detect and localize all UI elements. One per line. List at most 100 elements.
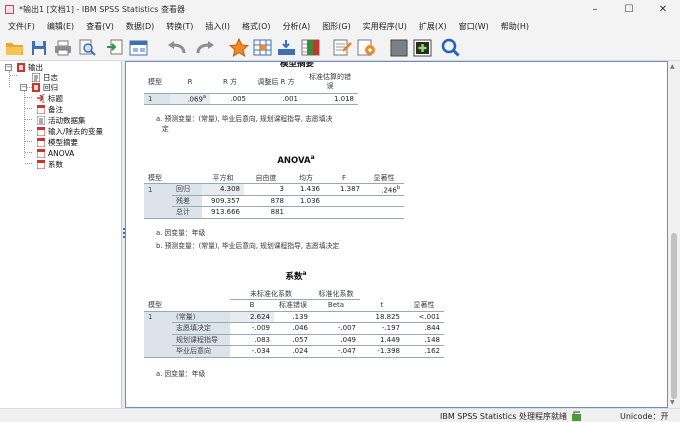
- menu-help[interactable]: 帮助(H): [495, 21, 535, 32]
- table-row: 志愿填决定 -.009 .046 -.007 -.197 .844: [144, 322, 444, 335]
- anova-col-blank: [172, 172, 202, 184]
- tree-item-title[interactable]: 标题: [37, 93, 63, 104]
- tree-item-active-dataset[interactable]: 活动数据集: [37, 115, 86, 126]
- goto-case-icon[interactable]: [252, 37, 273, 58]
- coef-table: 未标准化系数 标准化系数 模型 B 标准错误 Beta t 显著性 1 (常量)…: [144, 288, 444, 358]
- processor-status: IBM SPSS Statistics 处理程序就绪: [440, 412, 568, 421]
- coef-note-a: a. 因变量：年级: [156, 370, 206, 378]
- menu-analyze[interactable]: 分析(A): [277, 21, 317, 32]
- save-icon[interactable]: [28, 37, 49, 58]
- anova-note-a: a. 因变量：年级: [156, 229, 206, 237]
- r2-cell: .005: [210, 93, 250, 105]
- col-adj-r2: 调整后 R 方: [250, 71, 302, 94]
- tree-item-model-summary[interactable]: 模型摘要: [37, 137, 78, 148]
- notes-icon: [37, 105, 45, 114]
- anova-sig-cell: .246b: [364, 183, 404, 196]
- goto-data-icon[interactable]: [228, 37, 249, 58]
- se-cell: 1.018: [302, 93, 358, 105]
- insert-output-icon[interactable]: [332, 37, 353, 58]
- output-content-pane: 模型摘要 模型 R R 方 调整后 R 方 标准估算的错 误 1 .069a .…: [125, 61, 668, 408]
- outline-pane: − 输出 日志 − 回归 标题 备注 活动数据集 输入/除去的变量 模型摘要 A…: [0, 61, 122, 408]
- model-summary-note-cont: 定: [162, 125, 169, 133]
- coef-group-std: 标准化系数: [312, 288, 360, 300]
- minimize-button[interactable]: –: [578, 0, 612, 18]
- tree-item-variables-entered[interactable]: 输入/除去的变量: [37, 126, 103, 137]
- tree-item-notes[interactable]: 备注: [37, 104, 63, 115]
- scroll-up-icon[interactable]: ▲: [670, 63, 675, 70]
- col-model: 模型: [144, 71, 170, 94]
- expander-output[interactable]: −: [5, 64, 12, 71]
- menu-format[interactable]: 格式(O): [236, 21, 277, 32]
- menu-bar: 文件(F) 编辑(E) 查看(V) 数据(D) 转换(T) 插入(I) 格式(O…: [0, 18, 680, 34]
- close-button[interactable]: ✕: [646, 0, 680, 18]
- table-row: 残差 909.357 878 1.036: [144, 195, 404, 207]
- model-summary-note: a. 预测变量：(常量), 毕业后意向, 规划课程指导, 志愿填决: [156, 115, 333, 123]
- table-row: 总计 913.666 881: [144, 206, 404, 219]
- status-bar: IBM SPSS Statistics 处理程序就绪 Unicode：开: [0, 408, 680, 422]
- print-preview-icon[interactable]: [76, 37, 97, 58]
- print-icon[interactable]: [52, 37, 73, 58]
- anova-title: ANOVAa: [277, 154, 315, 166]
- menu-transform[interactable]: 转换(T): [160, 21, 199, 32]
- search-icon[interactable]: [440, 37, 461, 58]
- redo-icon[interactable]: [194, 37, 215, 58]
- insert-chart-icon[interactable]: [356, 37, 377, 58]
- app-icon: [5, 4, 14, 14]
- menu-edit[interactable]: 编辑(E): [41, 21, 80, 32]
- regression-book-icon: [32, 83, 40, 92]
- title-bar: *输出1 [文档1] - IBM SPSS Statistics 查看器 – ☐…: [0, 0, 680, 18]
- menu-extensions[interactable]: 扩展(X): [413, 21, 453, 32]
- variables-icon[interactable]: [300, 37, 321, 58]
- col-r2: R 方: [210, 71, 250, 94]
- table-icon: [37, 138, 45, 147]
- table-row: 1 回归 4.308 3 1.436 1.387 .246b: [144, 183, 404, 196]
- table-row: 规划课程指导 .083 .057 .049 1.449 .148: [144, 334, 444, 346]
- menu-graphs[interactable]: 图形(G): [316, 21, 356, 32]
- undo-icon[interactable]: [166, 37, 187, 58]
- coef-group-unstd: 未标准化系数: [230, 288, 312, 300]
- tree-item-coefficients[interactable]: 系数: [37, 159, 63, 170]
- anova-col-sig: 显著性: [364, 172, 404, 184]
- model-summary-table: 模型 R R 方 调整后 R 方 标准估算的错 误 1 .069a .005 .…: [144, 71, 358, 105]
- table-row: 毕业后意向 -.034 .024 -.047 -1.398 .162: [144, 345, 444, 358]
- menu-view[interactable]: 查看(V): [80, 21, 120, 32]
- coef-col-t: t: [360, 299, 404, 312]
- vertical-scrollbar[interactable]: ▲ ▼: [668, 61, 680, 408]
- table-row: 1 (常量) 2.624 .139 18.825 <.001: [144, 311, 444, 323]
- tree-item-regression[interactable]: 回归: [32, 82, 58, 93]
- tree-item-anova[interactable]: ANOVA: [37, 148, 74, 159]
- table-icon: [37, 160, 45, 169]
- model-summary-title: 模型摘要: [279, 61, 314, 69]
- coef-col-beta: Beta: [312, 299, 360, 312]
- menu-data[interactable]: 数据(D): [120, 21, 160, 32]
- add-icon[interactable]: [412, 37, 433, 58]
- menu-insert[interactable]: 插入(I): [199, 21, 236, 32]
- coef-title: 系数a: [285, 270, 307, 282]
- gray-box-icon[interactable]: [388, 37, 409, 58]
- col-r: R: [170, 71, 210, 94]
- menu-window[interactable]: 窗口(W): [453, 21, 495, 32]
- menu-utilities[interactable]: 实用程序(U): [357, 21, 413, 32]
- menu-file[interactable]: 文件(F): [2, 21, 41, 32]
- open-folder-icon[interactable]: [4, 37, 25, 58]
- anova-table: 模型 平方和 自由度 均方 F 显著性 1 回归 4.308 3 1.436 1…: [144, 172, 404, 219]
- r-cell: .069a: [170, 93, 210, 105]
- model-cell: 1: [144, 93, 170, 105]
- dataset-icon: [37, 116, 45, 125]
- title-icon: [37, 94, 45, 103]
- dialog-recall-icon[interactable]: [128, 37, 149, 58]
- adj-r2-cell: .001: [250, 93, 302, 105]
- output-book-icon: [17, 63, 25, 72]
- scroll-down-icon[interactable]: ▼: [670, 399, 675, 406]
- scroll-thumb[interactable]: [671, 233, 677, 399]
- export-icon[interactable]: [104, 37, 125, 58]
- anova-col-f: F: [324, 172, 364, 184]
- maximize-button[interactable]: ☐: [612, 0, 646, 18]
- expander-regression[interactable]: −: [20, 84, 27, 91]
- coef-col-model: 模型: [144, 299, 172, 312]
- anova-note-b: b. 预测变量：(常量), 毕业后意向, 规划课程指导, 志愿填决定: [156, 242, 340, 250]
- goto-variable-icon[interactable]: [276, 37, 297, 58]
- anova-col-df: 自由度: [244, 172, 288, 184]
- window-title: *输出1 [文档1] - IBM SPSS Statistics 查看器: [19, 4, 185, 14]
- anova-col-model: 模型: [144, 172, 172, 184]
